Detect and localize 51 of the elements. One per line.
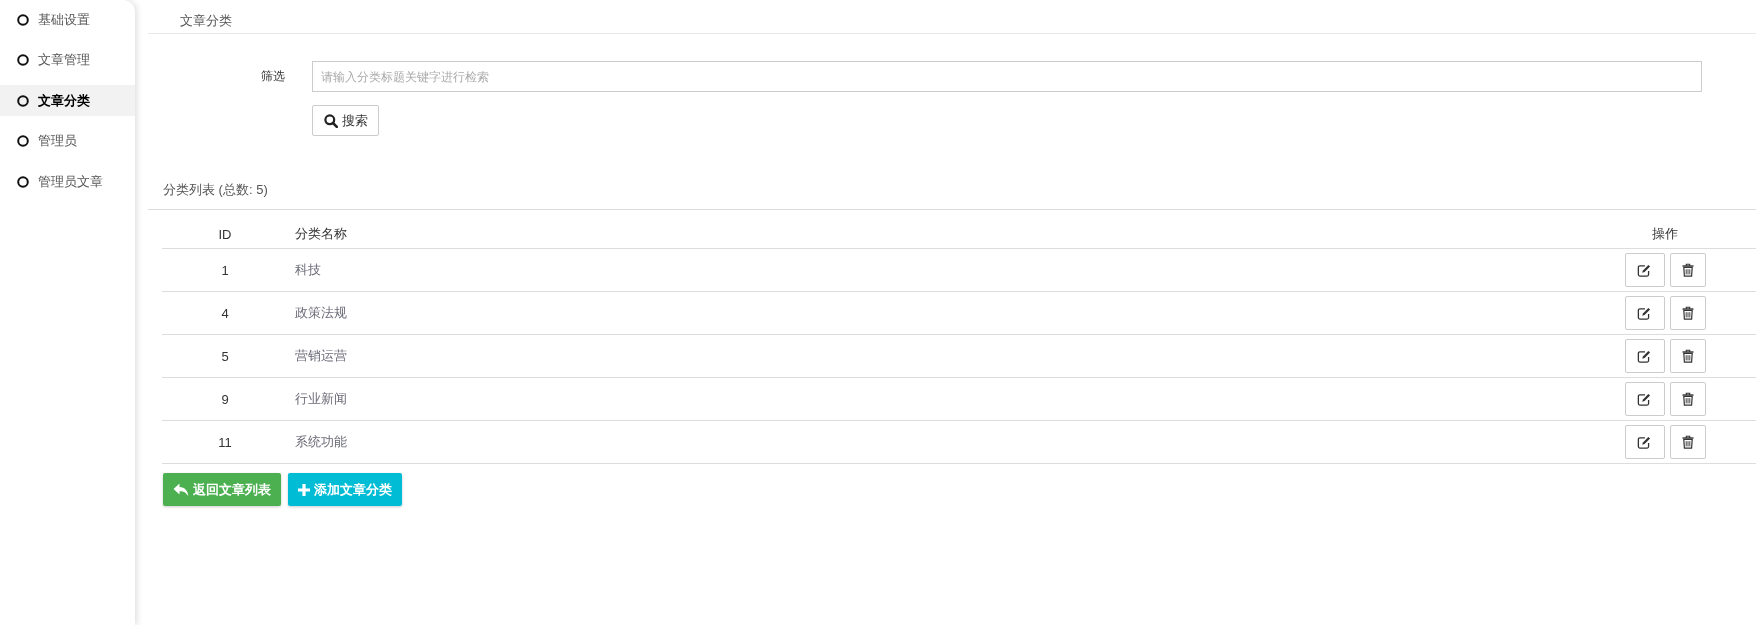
delete-button[interactable] (1669, 253, 1706, 287)
trash-icon (1681, 349, 1694, 363)
trash-icon (1681, 306, 1694, 320)
table-cell: 5 (221, 348, 229, 364)
edit-button[interactable] (1624, 339, 1665, 373)
circle-icon (17, 94, 29, 107)
column-header: 操作 (1652, 225, 1678, 243)
edit-button[interactable] (1624, 296, 1665, 330)
delete-button[interactable] (1669, 425, 1706, 459)
sidebar-item[interactable]: 基础设置 (0, 4, 135, 35)
list-title: 分类列表 (总数: 5) (163, 182, 268, 197)
circle-icon (17, 175, 29, 188)
edit-icon (1637, 392, 1652, 406)
trash-icon (1681, 435, 1694, 449)
edit-icon (1637, 306, 1652, 320)
search-icon (323, 113, 338, 128)
sidebar-item[interactable]: 管理员文章 (0, 166, 135, 197)
sidebar-item[interactable]: 管理员 (0, 125, 135, 157)
circle-icon (17, 54, 29, 66)
table-cell: 4 (221, 305, 229, 321)
search-field[interactable]: 请输入分类标题关键字进行检索 (312, 61, 1702, 92)
circle-icon (17, 135, 29, 147)
table-cell-text: 科技 (294, 261, 321, 279)
edit-button[interactable] (1624, 425, 1665, 459)
delete-button[interactable] (1669, 382, 1706, 416)
edit-icon (1637, 435, 1652, 449)
column-header: 分类名称 (294, 225, 347, 243)
plus-icon (298, 483, 310, 496)
table-cell-text: 行业新闻 (294, 390, 347, 408)
table-cell-text: 营销运营 (294, 347, 347, 365)
reply-arrow-icon (173, 482, 189, 497)
column-header: ID (218, 226, 232, 242)
sidebar-item[interactable]: 文章分类 (0, 85, 135, 116)
circle-icon (17, 13, 29, 26)
edit-icon (1637, 349, 1652, 363)
table-cell: 11 (218, 434, 232, 450)
table-cell-text: 政策法规 (294, 304, 347, 322)
edit-button[interactable] (1624, 382, 1665, 416)
breadcrumb-title: 文章分类 (180, 13, 232, 28)
delete-button[interactable] (1669, 296, 1706, 330)
table-cell: 1 (221, 262, 229, 278)
sidebar-item[interactable]: 文章管理 (0, 44, 135, 76)
table-cell: 9 (221, 391, 229, 407)
search-button[interactable]: 搜索 (312, 105, 379, 136)
trash-icon (1681, 263, 1694, 277)
delete-button[interactable] (1669, 339, 1706, 373)
table-cell-text: 系统功能 (294, 433, 347, 451)
trash-icon (1681, 392, 1694, 406)
edit-button[interactable] (1624, 253, 1665, 287)
edit-icon (1637, 263, 1652, 277)
filter-label: 筛选 (260, 68, 285, 85)
